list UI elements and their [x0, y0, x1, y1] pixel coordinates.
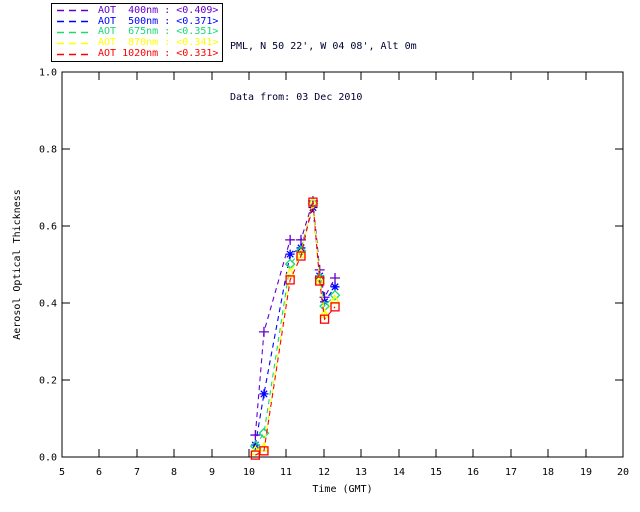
- series-675nm: [249, 198, 341, 452]
- y-axis-label: Aerosol Optical Thickness: [12, 189, 23, 340]
- x-tick-label: 15: [430, 467, 442, 478]
- y-tick-label: 0.4: [39, 299, 57, 310]
- station-info: PML, N 50 22', W 04 08', Alt 0m: [230, 41, 417, 52]
- legend-label: AOT 870nm : <0.341>: [98, 37, 219, 49]
- legend-box: AOT 400nm : <0.409> AOT 500nm : <0.371> AO…: [51, 3, 223, 62]
- x-tick-label: 19: [580, 467, 592, 478]
- legend-line-sample: [57, 31, 93, 34]
- legend-line-sample: [57, 20, 93, 23]
- x-tick-label: 18: [542, 467, 554, 478]
- legend-line-sample: [57, 42, 93, 45]
- series-400nm: [250, 195, 341, 441]
- legend-label: AOT 675nm : <0.351>: [98, 26, 219, 38]
- x-tick-label: 13: [355, 467, 367, 478]
- legend-line-sample: [57, 53, 93, 55]
- legend-line-sample: [57, 10, 93, 12]
- legend-item: AOT 675nm : <0.351>: [57, 27, 220, 37]
- y-tick-label: 0.0: [39, 453, 57, 464]
- legend-item: AOT 870nm : <0.341>: [57, 38, 220, 48]
- y-tick-label: 0.8: [39, 145, 57, 156]
- data-date: Data from: 03 Dec 2010: [230, 92, 363, 103]
- legend-label: AOT 400nm : <0.409>: [98, 4, 219, 16]
- legend-item: AOT 500nm : <0.371>: [57, 15, 220, 27]
- y-tick-label: 1.0: [39, 68, 57, 79]
- legend-item: AOT 1020nm : <0.331>: [57, 49, 220, 59]
- x-tick-label: 10: [243, 467, 255, 478]
- x-tick-label: 11: [280, 467, 292, 478]
- x-tick-label: 20: [617, 467, 629, 478]
- y-tick-label: 0.2: [39, 376, 57, 387]
- y-tick-label: 0.6: [39, 222, 57, 233]
- legend-label: AOT 1020nm : <0.331>: [98, 48, 219, 60]
- series-500nm: [250, 203, 340, 450]
- legend-item: AOT 400nm : <0.409>: [57, 4, 220, 16]
- x-tick-label: 9: [209, 467, 215, 478]
- x-tick-label: 6: [96, 467, 102, 478]
- x-tick-label: 17: [505, 467, 517, 478]
- x-tick-label: 16: [467, 467, 479, 478]
- series-870nm: [249, 197, 341, 455]
- plot-header: PML, N 50 22', W 04 08', Alt 0m Data fro…: [230, 4, 417, 140]
- x-tick-label: 14: [393, 467, 405, 478]
- x-tick-label: 5: [59, 467, 65, 478]
- x-tick-label: 8: [171, 467, 177, 478]
- aot-plot-window: AOT 400nm : <0.409> AOT 500nm : <0.371> AO…: [0, 0, 640, 512]
- x-tick-label: 7: [134, 467, 140, 478]
- x-axis-label: Time (GMT): [312, 484, 372, 495]
- x-tick-label: 12: [318, 467, 330, 478]
- legend-label: AOT 500nm : <0.371>: [98, 15, 219, 27]
